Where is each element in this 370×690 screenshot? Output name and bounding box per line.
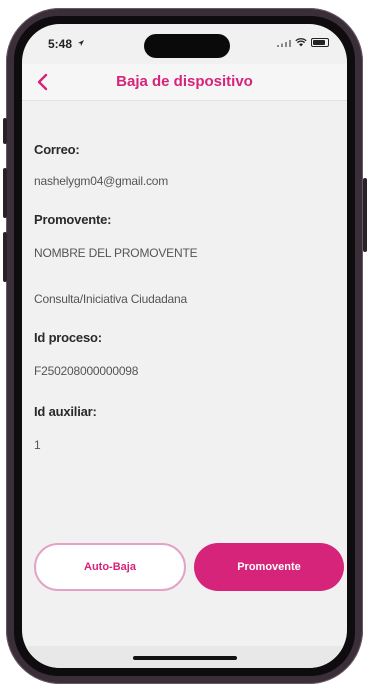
page-title: Baja de dispositivo [116,73,253,90]
promovente-label: Promovente: [34,212,112,227]
phone-volume-up-button [3,168,7,218]
id-proceso-label: Id proceso: [34,330,102,345]
promovente-value: NOMBRE DEL PROMOVENTE [34,246,198,260]
signal-icon [277,39,291,47]
status-icons [277,38,329,47]
status-bar: 5:48 [22,24,347,64]
phone-power-button [363,178,367,252]
battery-icon [311,38,329,47]
status-time: 5:48 [48,37,73,51]
home-indicator[interactable] [133,656,237,660]
id-proceso-value: F250208000000098 [34,364,139,378]
id-auxiliar-label: Id auxiliar: [34,404,97,419]
correo-value: nashelygm04@gmail.com [34,174,169,188]
location-arrow-icon [78,40,84,46]
tipo-value: Consulta/Iniciativa Ciudadana [34,292,187,306]
phone-action-button [3,118,7,144]
id-auxiliar-value: 1 [34,438,41,452]
navigation-bar: Baja de dispositivo [22,64,347,101]
wifi-icon [295,38,307,47]
correo-label: Correo: [34,142,80,157]
promovente-button[interactable]: Promovente [194,543,344,591]
auto-baja-button[interactable]: Auto-Baja [34,543,186,591]
phone-volume-down-button [3,232,7,282]
screen: 5:48 Baja de dispositivo Correo: nashely… [22,24,347,668]
dynamic-island [144,34,230,58]
